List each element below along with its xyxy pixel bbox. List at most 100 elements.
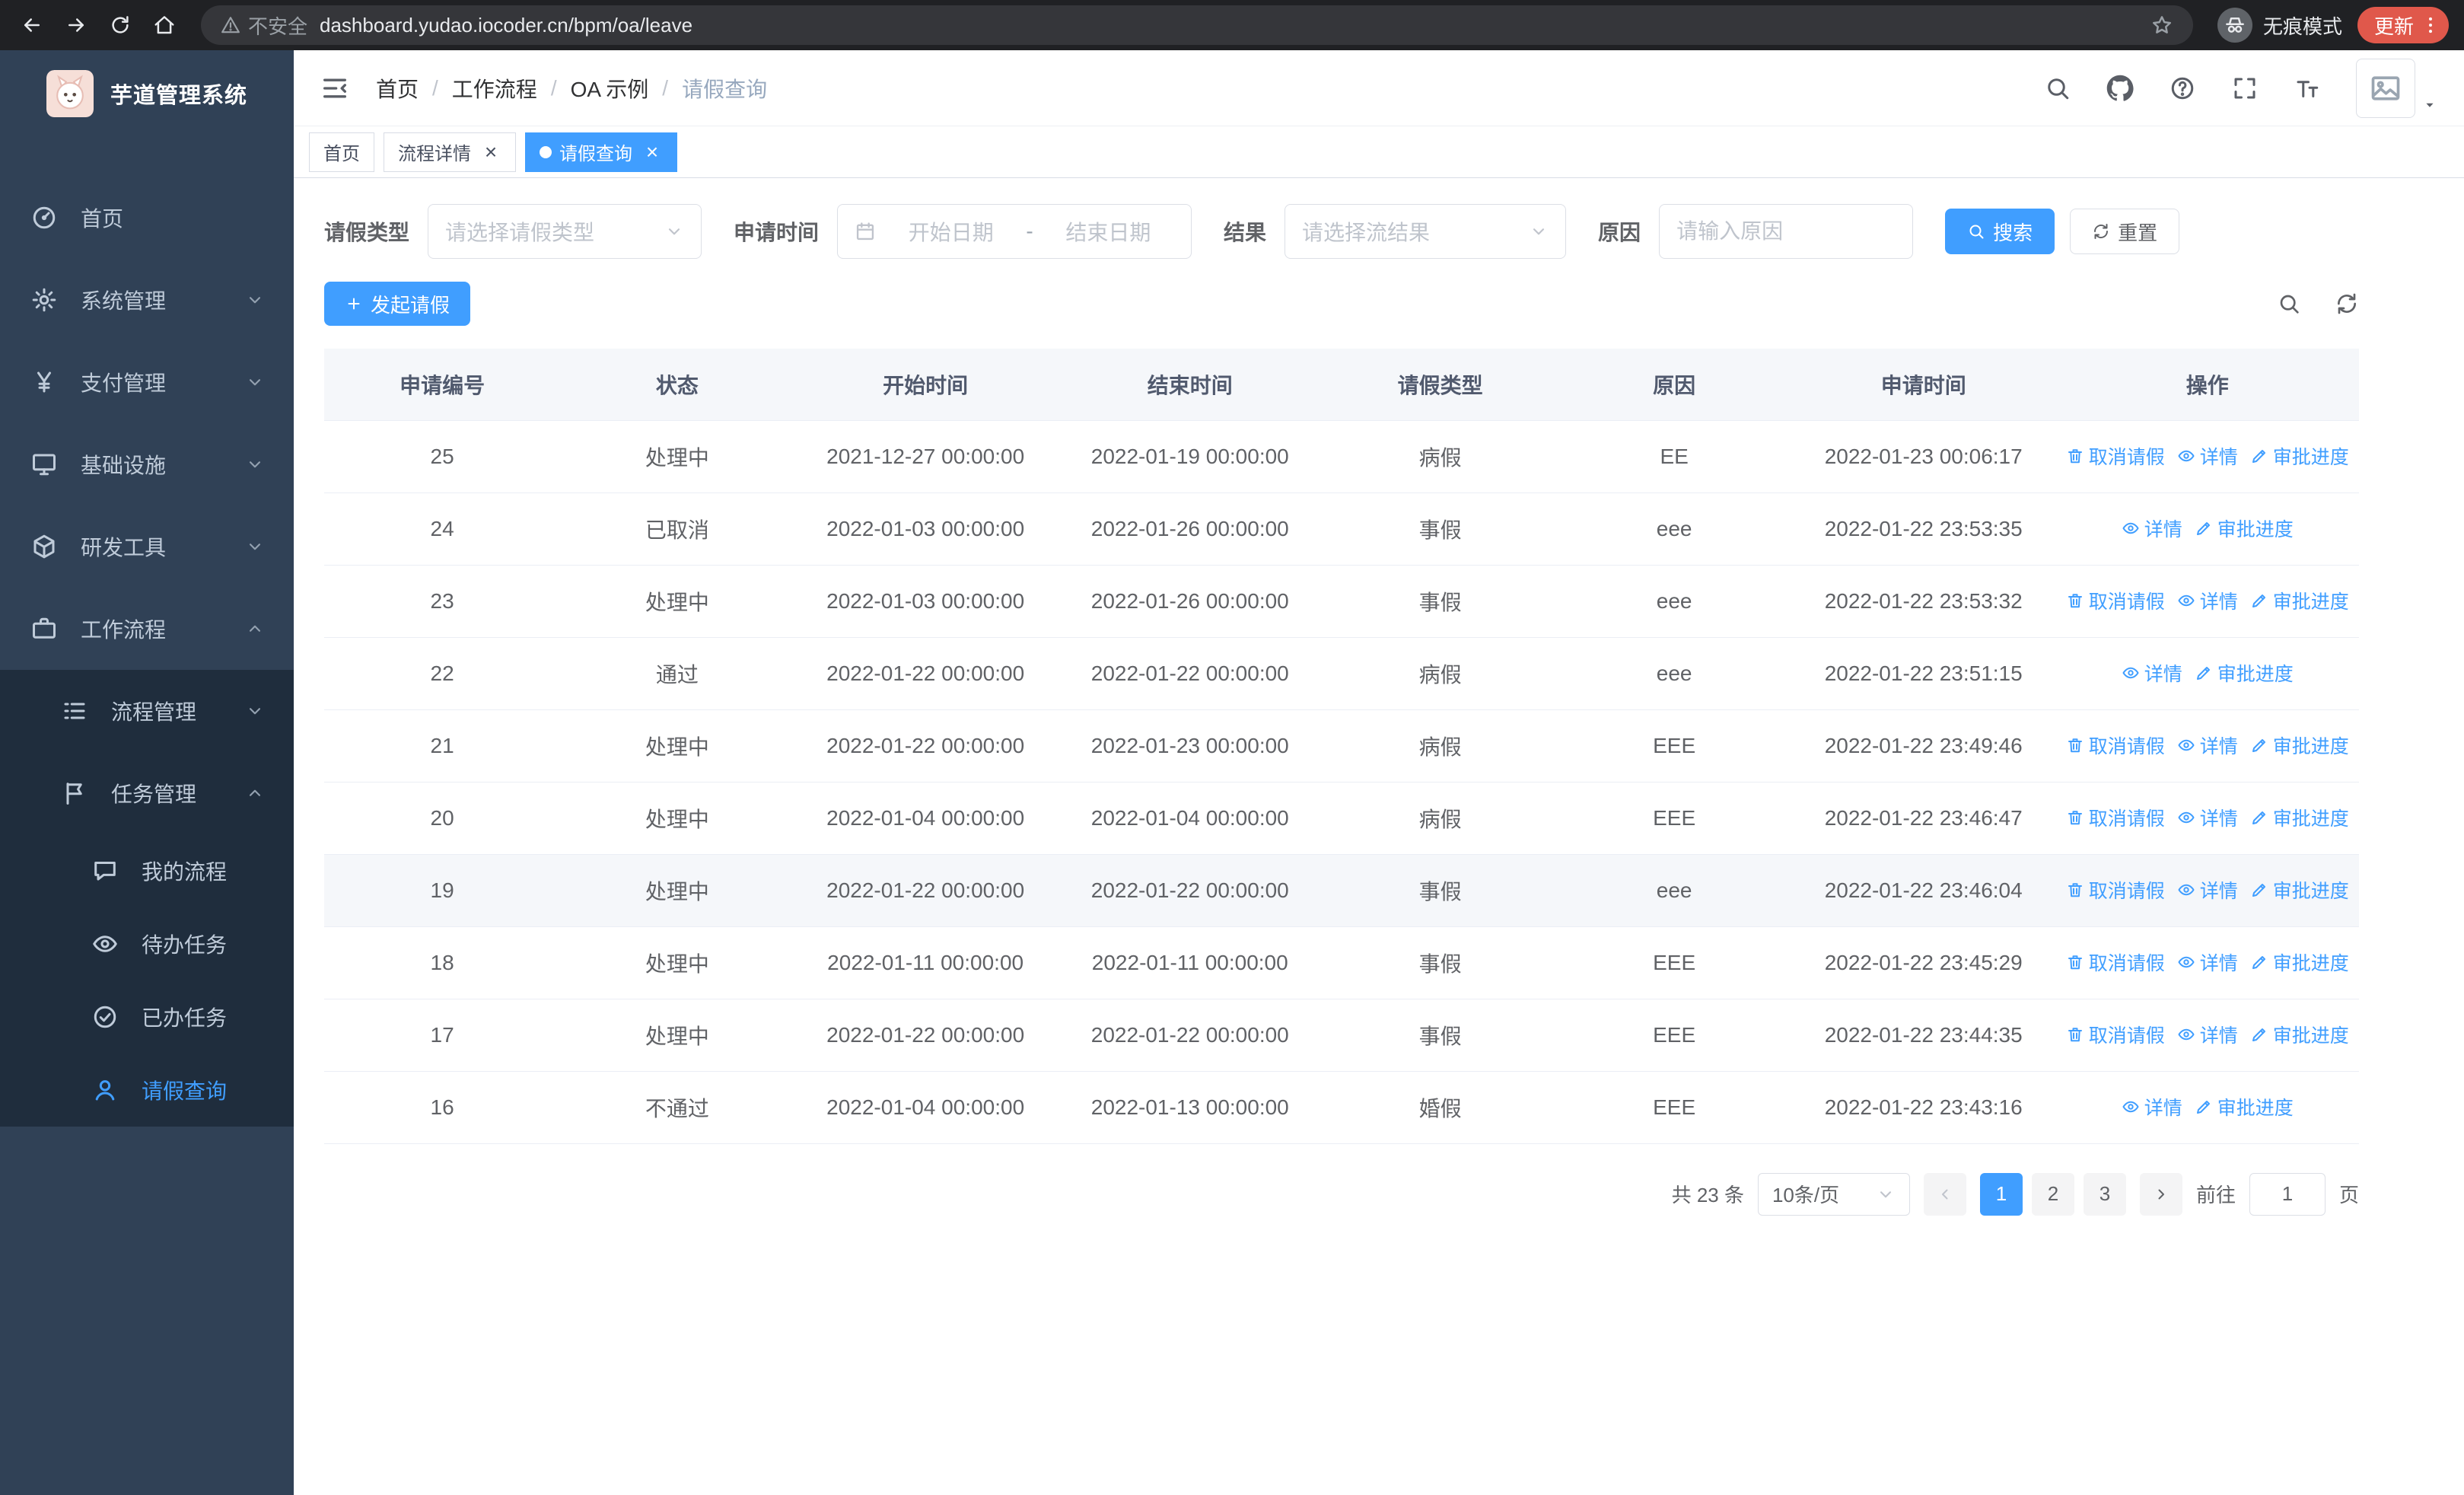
- breadcrumb-item[interactable]: 首页: [376, 73, 419, 104]
- goto-page-input[interactable]: [2249, 1172, 2326, 1216]
- op-detail-label: 详情: [2199, 447, 2238, 468]
- op-cancel-link[interactable]: 取消请假: [2066, 1021, 2165, 1048]
- browser-back-button[interactable]: [15, 8, 49, 42]
- sidebar-item-workflow[interactable]: 工作流程: [0, 588, 294, 670]
- sidebar-item-process-mgmt[interactable]: 流程管理: [0, 670, 294, 752]
- cell-apply-no: 20: [324, 782, 561, 855]
- op-detail-link[interactable]: 详情: [2177, 876, 2238, 904]
- tab-leave-query[interactable]: 请假查询 ×: [525, 132, 677, 172]
- cell-start-time: 2021-12-27 00:00:00: [794, 420, 1057, 493]
- tab-close-icon[interactable]: ×: [480, 141, 501, 163]
- table-row: 18 处理中 2022-01-11 00:00:00 2022-01-11 00:00…: [324, 926, 2359, 999]
- page-size-select[interactable]: 10条/页: [1757, 1172, 1910, 1216]
- browser-address-bar[interactable]: 不安全 dashboard.yudao.iocoder.cn/bpm/oa/le…: [201, 5, 2193, 45]
- op-detail-link[interactable]: 详情: [2122, 659, 2182, 687]
- github-icon[interactable]: [2106, 75, 2134, 102]
- table-row: 16 不通过 2022-01-04 00:00:00 2022-01-13 00:00…: [324, 1071, 2359, 1144]
- table-refresh-icon[interactable]: [2335, 292, 2359, 316]
- sidebar-item-payment[interactable]: 支付管理: [0, 341, 294, 423]
- sidebar-item-my-process[interactable]: 我的流程: [0, 834, 294, 907]
- op-detail-link[interactable]: 详情: [2177, 804, 2238, 831]
- op-detail-link[interactable]: 详情: [2122, 1093, 2182, 1120]
- browser-reload-button[interactable]: [103, 8, 137, 42]
- leave-type-select[interactable]: 请选择请假类型: [428, 204, 702, 259]
- sidebar-item-task-mgmt[interactable]: 任务管理: [0, 752, 294, 834]
- op-progress-link[interactable]: 审批进度: [2250, 587, 2349, 614]
- next-page-button[interactable]: [2139, 1172, 2182, 1216]
- fullscreen-icon[interactable]: [2231, 75, 2259, 102]
- op-detail-label: 详情: [2144, 1098, 2182, 1119]
- font-size-icon[interactable]: [2294, 75, 2321, 102]
- tab-home[interactable]: 首页: [309, 132, 374, 172]
- op-detail-link[interactable]: 详情: [2177, 732, 2238, 759]
- op-cancel-link[interactable]: 取消请假: [2066, 587, 2165, 614]
- sidebar-item-leave-query[interactable]: 请假查询: [0, 1054, 294, 1127]
- flag-icon: [61, 779, 88, 807]
- op-progress-link[interactable]: 审批进度: [2195, 1093, 2294, 1120]
- tab-process-detail[interactable]: 流程详情 ×: [384, 132, 516, 172]
- header-search-icon[interactable]: [2044, 75, 2071, 102]
- app-logo[interactable]: 芋道管理系统: [0, 50, 294, 137]
- op-progress-link[interactable]: 审批进度: [2250, 804, 2349, 831]
- result-select[interactable]: 请选择流结果: [1285, 204, 1567, 259]
- cell-apply-no: 23: [324, 565, 561, 638]
- op-detail-link[interactable]: 详情: [2122, 515, 2182, 542]
- op-cancel-link[interactable]: 取消请假: [2066, 876, 2165, 904]
- cell-start-time: 2022-01-22 00:00:00: [794, 709, 1057, 783]
- sidebar-item-dev-tools[interactable]: 研发工具: [0, 505, 294, 588]
- search-button[interactable]: 搜索: [1945, 209, 2055, 254]
- reset-button[interactable]: 重置: [2070, 209, 2180, 254]
- op-progress-link[interactable]: 审批进度: [2195, 659, 2294, 687]
- security-chip[interactable]: 不安全: [221, 11, 307, 40]
- browser-update-button[interactable]: 更新: [2357, 7, 2449, 43]
- op-progress-label: 审批进度: [2272, 447, 2349, 468]
- cell-apply-no: 21: [324, 709, 561, 783]
- breadcrumb-item[interactable]: 工作流程: [452, 73, 537, 104]
- op-cancel-label: 取消请假: [2088, 736, 2165, 757]
- browser-home-button[interactable]: [148, 8, 181, 42]
- op-cancel-link[interactable]: 取消请假: [2066, 442, 2165, 470]
- sidebar-collapse-button[interactable]: [320, 73, 350, 104]
- op-progress-link[interactable]: 审批进度: [2250, 876, 2349, 904]
- cell-apply-time: 2022-01-22 23:53:32: [1791, 565, 2056, 638]
- cell-start-time: 2022-01-04 00:00:00: [794, 782, 1057, 855]
- prev-page-button[interactable]: [1923, 1172, 1966, 1216]
- apply-time-range-picker[interactable]: 开始日期 - 结束日期: [837, 204, 1192, 259]
- chevron-down-icon: [1876, 1184, 1896, 1204]
- page-button-3[interactable]: 3: [2083, 1172, 2126, 1216]
- op-progress-link[interactable]: 审批进度: [2250, 732, 2349, 759]
- page-button-1[interactable]: 1: [1979, 1172, 2023, 1216]
- bookmark-star-icon[interactable]: [2150, 14, 2173, 37]
- op-cancel-link[interactable]: 取消请假: [2066, 804, 2165, 831]
- sidebar-item-system[interactable]: 系统管理: [0, 259, 294, 341]
- chevdown-icon: [245, 701, 265, 721]
- op-detail-link[interactable]: 详情: [2177, 442, 2238, 470]
- browser-menu-icon[interactable]: [2420, 14, 2441, 36]
- result-label: 结果: [1224, 221, 1267, 244]
- help-icon[interactable]: [2169, 75, 2196, 102]
- op-detail-link[interactable]: 详情: [2177, 587, 2238, 614]
- sidebar-item-done-task[interactable]: 已办任务: [0, 980, 294, 1054]
- user-avatar[interactable]: [2356, 58, 2438, 118]
- table-row: 23 处理中 2022-01-03 00:00:00 2022-01-26 00:00…: [324, 565, 2359, 638]
- breadcrumb-item[interactable]: OA 示例: [571, 73, 649, 104]
- op-progress-link[interactable]: 审批进度: [2250, 1021, 2349, 1048]
- tab-close-icon[interactable]: ×: [641, 141, 663, 163]
- create-leave-button[interactable]: 发起请假: [324, 282, 471, 326]
- sidebar-item-home[interactable]: 首页: [0, 177, 294, 259]
- op-progress-link[interactable]: 审批进度: [2195, 515, 2294, 542]
- op-cancel-link[interactable]: 取消请假: [2066, 948, 2165, 976]
- list-icon: [61, 697, 88, 725]
- page-button-2[interactable]: 2: [2031, 1172, 2074, 1216]
- sidebar-item-todo-task[interactable]: 待办任务: [0, 907, 294, 980]
- op-detail-link[interactable]: 详情: [2177, 1021, 2238, 1048]
- reason-input[interactable]: [1659, 204, 1914, 259]
- browser-forward-button[interactable]: [59, 8, 93, 42]
- op-progress-link[interactable]: 审批进度: [2250, 442, 2349, 470]
- op-detail-link[interactable]: 详情: [2177, 948, 2238, 976]
- op-progress-link[interactable]: 审批进度: [2250, 948, 2349, 976]
- eye-icon: [2177, 591, 2195, 610]
- table-search-toggle-icon[interactable]: [2277, 292, 2301, 316]
- op-cancel-link[interactable]: 取消请假: [2066, 732, 2165, 759]
- sidebar-item-infrastructure[interactable]: 基础设施: [0, 423, 294, 505]
